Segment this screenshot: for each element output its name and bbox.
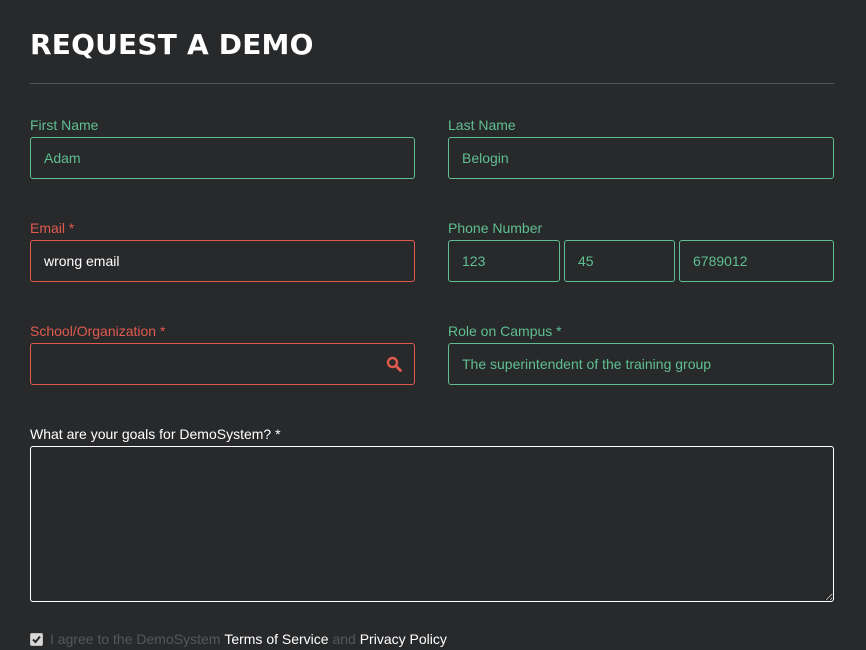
email-label: Email * bbox=[30, 220, 75, 236]
agree-text: I agree to the DemoSystem bbox=[50, 631, 225, 647]
search-icon[interactable] bbox=[386, 356, 402, 372]
phone-line-input[interactable] bbox=[679, 240, 834, 282]
first-name-label: First Name bbox=[30, 117, 99, 133]
phone-label: Phone Number bbox=[448, 220, 543, 236]
school-search-field bbox=[30, 343, 415, 385]
phone-prefix-input[interactable] bbox=[564, 240, 675, 282]
goals-textarea[interactable] bbox=[30, 446, 834, 602]
agree-checkbox[interactable] bbox=[30, 632, 43, 646]
email-input[interactable] bbox=[30, 240, 415, 282]
goals-label: What are your goals for DemoSystem? * bbox=[30, 426, 281, 442]
privacy-link[interactable]: Privacy Policy bbox=[360, 631, 447, 647]
school-input[interactable] bbox=[30, 343, 415, 385]
terms-link[interactable]: Terms of Service bbox=[224, 631, 328, 647]
request-demo-page: REQUEST A DEMO First Name Last Name Emai… bbox=[0, 0, 866, 650]
page-title: REQUEST A DEMO bbox=[30, 28, 314, 61]
last-name-input[interactable] bbox=[448, 137, 834, 179]
school-label: School/Organization * bbox=[30, 323, 166, 339]
phone-area-input[interactable] bbox=[448, 240, 560, 282]
role-input[interactable] bbox=[448, 343, 834, 385]
agree-conjunction: and bbox=[328, 631, 360, 647]
checkmark-icon bbox=[32, 635, 41, 643]
last-name-label: Last Name bbox=[448, 117, 516, 133]
agree-row: I agree to the DemoSystem Terms of Servi… bbox=[30, 630, 447, 648]
first-name-input[interactable] bbox=[30, 137, 415, 179]
role-label: Role on Campus * bbox=[448, 323, 562, 339]
title-divider bbox=[30, 83, 834, 84]
